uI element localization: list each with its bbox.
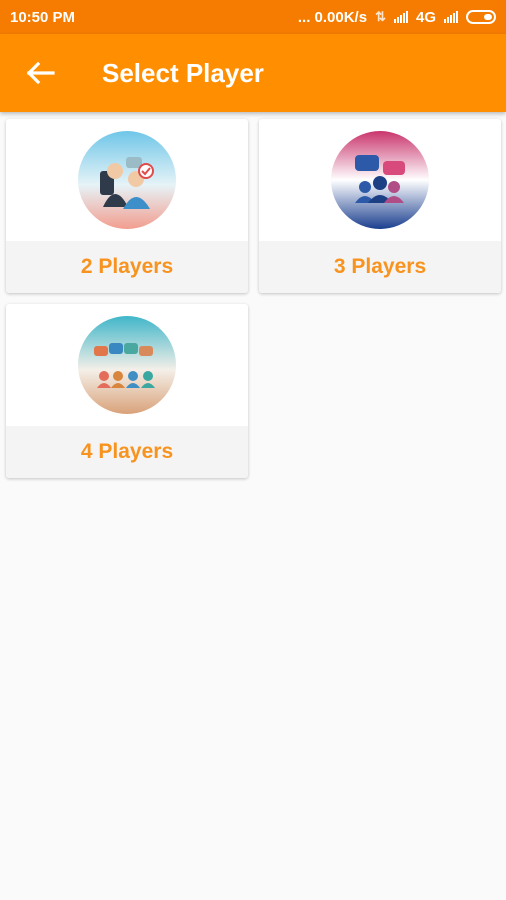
signal-icon [393, 11, 408, 23]
status-time: 10:50 PM [10, 8, 76, 26]
data-arrows-icon: ⇅ [375, 9, 386, 24]
battery-icon [466, 10, 496, 24]
app-bar: Select Player [0, 34, 506, 112]
option-card-2-players[interactable]: 2 Players [6, 119, 248, 293]
status-indicators: ... 0.00K/s ⇅ 4G [298, 9, 496, 26]
three-players-illustration [331, 131, 429, 229]
card-image [6, 304, 248, 426]
network-type: 4G [415, 8, 436, 26]
card-image [259, 119, 501, 241]
network-speed: ... 0.00K/s [297, 8, 368, 26]
option-label: 4 Players [6, 426, 248, 478]
signal-icon-2 [444, 11, 458, 23]
back-button[interactable] [12, 45, 68, 101]
page-title: Select Player [102, 57, 264, 88]
two-players-illustration [78, 131, 176, 229]
card-image [6, 119, 248, 241]
option-card-3-players[interactable]: 3 Players [259, 119, 501, 293]
option-card-4-players[interactable]: 4 Players [6, 304, 248, 478]
four-players-illustration [78, 316, 176, 414]
status-bar: 10:50 PM ... 0.00K/s ⇅ 4G [0, 0, 506, 34]
option-label: 3 Players [259, 241, 501, 293]
arrow-back-icon [26, 61, 55, 85]
option-label: 2 Players [6, 241, 248, 293]
